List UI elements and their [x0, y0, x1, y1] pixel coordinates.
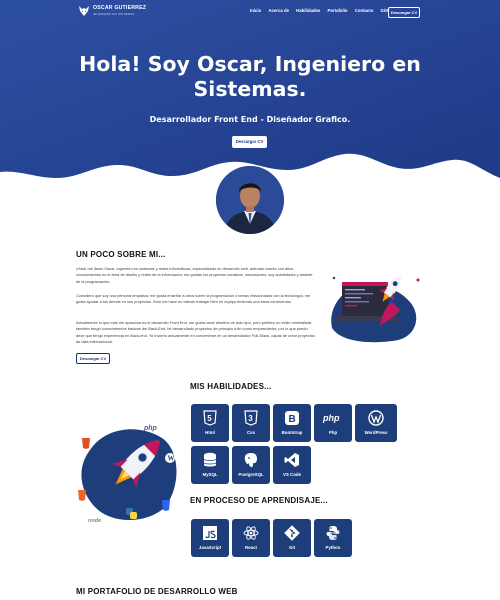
laptop-rocket-illustration: [331, 275, 420, 343]
learning-label: React: [245, 545, 257, 550]
learning-card-react[interactable]: React: [232, 519, 270, 557]
nav-acerca-de[interactable]: Acerca de: [268, 8, 289, 13]
top-navbar: OSCAR GUTIERREZ INGENIERO EN SISTEMAS In…: [0, 4, 500, 20]
hero-title: Hola! Soy Oscar, Ingeniero en Sistemas.: [0, 52, 500, 102]
php-icon: php: [314, 410, 352, 426]
hero-title-line2: Sistemas.: [193, 77, 307, 101]
skill-card-bootstrap[interactable]: B Bootstrap: [273, 404, 311, 442]
skill-card-vscode[interactable]: VS Code: [273, 446, 311, 484]
skill-label: VS Code: [282, 472, 302, 477]
skill-card-html[interactable]: 5 Html: [191, 404, 229, 442]
skill-card-wordpress[interactable]: WordPress: [355, 404, 397, 442]
nav-portafolio[interactable]: Portafolio: [327, 8, 347, 13]
profile-photo: [216, 166, 284, 234]
brand-name: OSCAR GUTIERREZ: [93, 5, 147, 11]
skill-label: MySQL: [202, 472, 218, 477]
learning-label: Python: [325, 545, 341, 550]
hero-section: OSCAR GUTIERREZ INGENIERO EN SISTEMAS In…: [0, 0, 500, 190]
css3-icon: 3: [232, 410, 270, 426]
learning-card-git[interactable]: Git: [273, 519, 311, 557]
about-paragraph-1: ¡Hola! me llamo Oscar, ingeniero en sist…: [76, 266, 313, 284]
svg-text:3: 3: [248, 414, 253, 423]
bootstrap-icon: B: [273, 410, 311, 426]
about-paragraph-2: Considero que soy una persona empática, …: [76, 293, 311, 305]
about-download-cv-button[interactable]: Descargar CV: [76, 353, 110, 364]
skill-label: PostgreSQL: [238, 472, 264, 477]
learning-label: JavaScript: [198, 545, 222, 550]
nav-contacto[interactable]: Contacto: [355, 8, 374, 13]
skill-label: WordPress: [364, 430, 388, 435]
learning-heading: EN PROCESO DE APRENDISAJE...: [190, 496, 328, 505]
nodejs-logo-icon: node: [88, 518, 101, 524]
svg-text:W: W: [168, 455, 175, 463]
about-paragraph-3: Actualmente lo que más me apasiona es el…: [76, 320, 315, 344]
hero-title-line1: Hola! Soy Oscar, Ingeniero en: [79, 52, 421, 76]
svg-text:B: B: [289, 414, 296, 425]
php-logo-icon: php: [143, 425, 158, 432]
skill-card-css[interactable]: 3 Css: [232, 404, 270, 442]
skill-label: Css: [246, 430, 256, 435]
nav-habilidades[interactable]: Habilidades: [296, 8, 320, 13]
postgresql-icon: [232, 452, 270, 468]
skill-card-php[interactable]: php Php: [314, 404, 352, 442]
python-icon: [314, 525, 352, 541]
avatar: [216, 166, 284, 234]
javascript-icon: [191, 525, 229, 541]
skills-heading: MIS HABILIDADES...: [190, 382, 272, 391]
wordpress-icon: [355, 410, 397, 426]
brand-logo[interactable]: OSCAR GUTIERREZ INGENIERO EN SISTEMAS: [78, 4, 158, 20]
nav-inicio[interactable]: Inicio: [250, 8, 261, 13]
about-heading: UN POCO SOBRE MI...: [76, 250, 166, 259]
portfolio-heading: MI PORTAFOLIO DE DESARROLLO WEB: [76, 587, 238, 596]
html5-icon: 5: [191, 410, 229, 426]
skill-label: Php: [328, 430, 338, 435]
wolf-logo-icon: [79, 6, 89, 16]
skill-card-mysql[interactable]: MySQL: [191, 446, 229, 484]
git-icon: [273, 525, 311, 541]
hero-download-cv-button[interactable]: Descargar CV: [232, 136, 267, 148]
css3-logo-icon: [162, 500, 170, 511]
nav-download-cv-button[interactable]: Descargar CV: [388, 7, 420, 18]
learning-label: Git: [288, 545, 296, 550]
brand-tagline: INGENIERO EN SISTEMAS: [93, 12, 135, 16]
rocket-skills-illustration: php W node: [78, 425, 177, 524]
skill-label: Bootstrap: [281, 430, 303, 435]
skill-card-postgresql[interactable]: PostgreSQL: [232, 446, 270, 484]
html5-logo-icon: [82, 438, 90, 449]
database-icon: [191, 452, 229, 468]
react-icon: [232, 525, 270, 541]
learning-card-python[interactable]: Python: [314, 519, 352, 557]
svg-text:php: php: [322, 413, 340, 423]
skill-label: Html: [205, 430, 215, 435]
hero-subtitle: Desarrollador Front End - Diseñador Graf…: [149, 115, 351, 124]
nav-links: Inicio Acerca de Habilidades Portafolio …: [250, 8, 402, 13]
vscode-icon: [273, 452, 311, 468]
svg-text:5: 5: [207, 414, 212, 423]
learning-card-javascript[interactable]: JavaScript: [191, 519, 229, 557]
